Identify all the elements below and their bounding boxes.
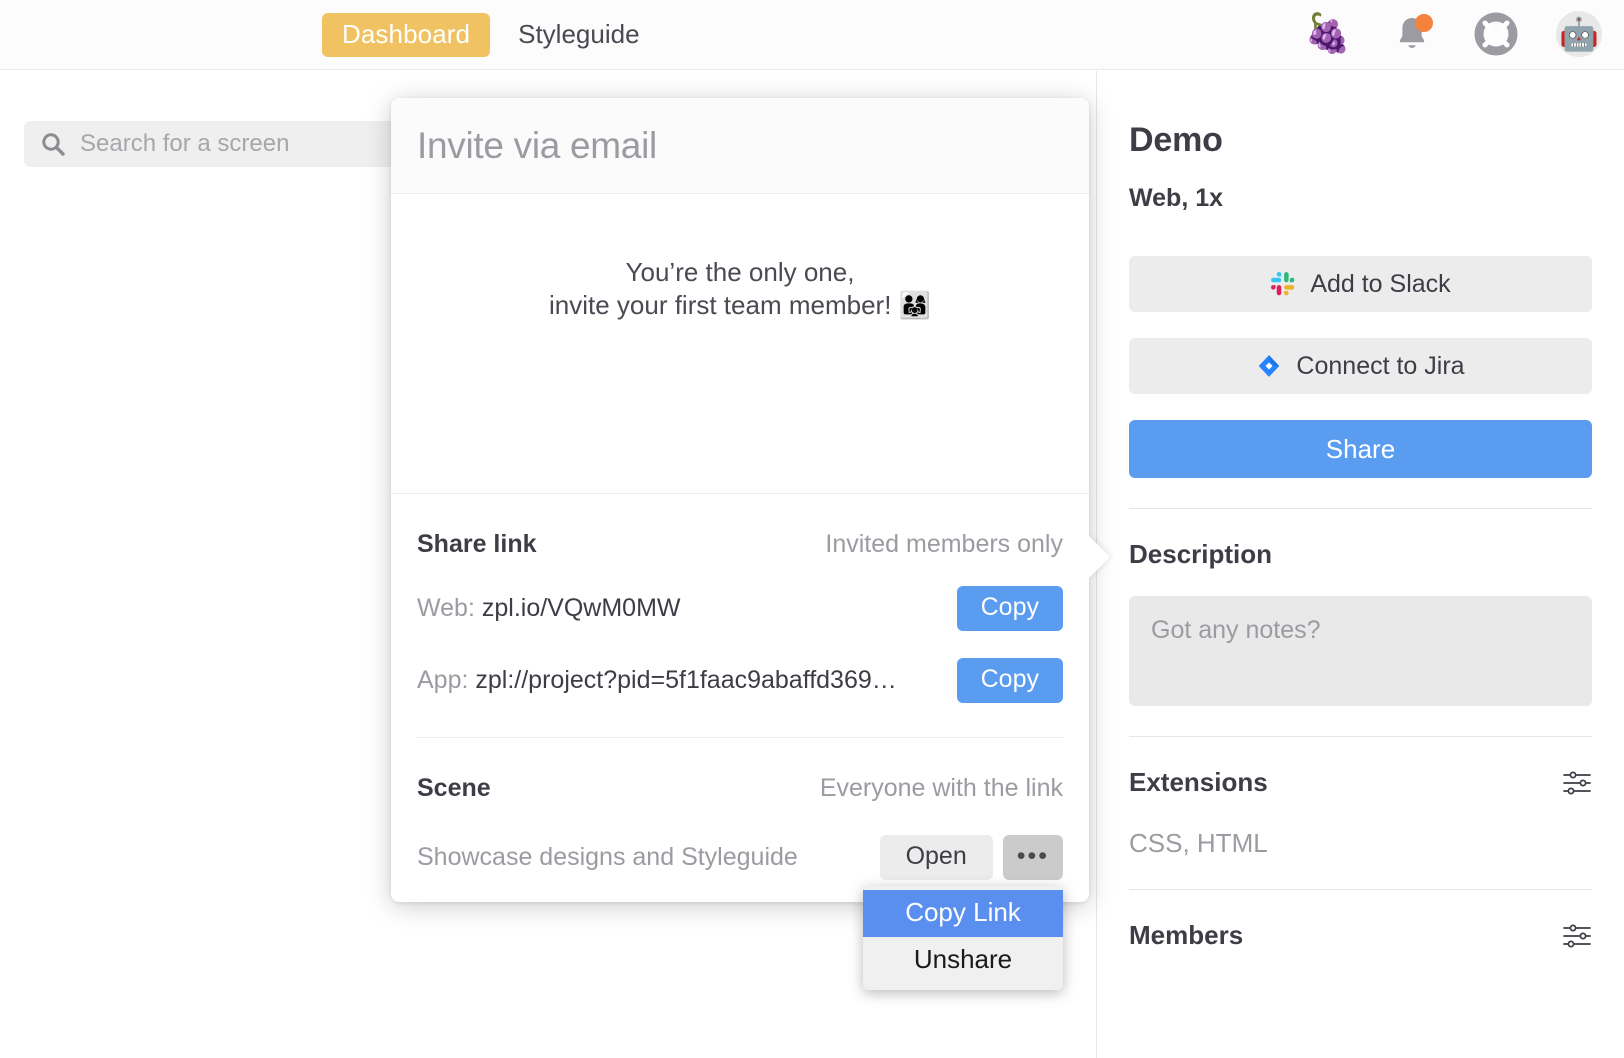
- grapes-glyph: 🍇: [1304, 13, 1352, 55]
- notifications-bell-icon[interactable]: [1388, 10, 1436, 58]
- page-title: Demo: [1129, 121, 1223, 159]
- share-link-section: Share link Invited members only Web: zpl…: [391, 494, 1089, 880]
- user-avatar[interactable]: 🤖: [1556, 11, 1602, 57]
- web-link-value[interactable]: zpl.io/VQwM0MW: [482, 594, 681, 622]
- web-link-label: Web:: [417, 594, 475, 622]
- app-link-value[interactable]: zpl://project?pid=5f1faac9abaffd369…: [475, 666, 896, 694]
- description-textarea[interactable]: Got any notes?: [1129, 596, 1592, 706]
- open-scene-button[interactable]: Open: [879, 835, 993, 880]
- members-section-header: Members: [1129, 920, 1592, 951]
- popover-arrow: [1088, 535, 1110, 579]
- topbar-actions: 🍇 🤖: [1304, 10, 1602, 58]
- empty-state-line-1: You’re the only one,: [625, 257, 855, 287]
- extensions-heading: Extensions: [1129, 767, 1268, 797]
- copy-web-link-button[interactable]: Copy: [956, 586, 1063, 631]
- share-button-label: Share: [1325, 433, 1396, 464]
- description-placeholder: Got any notes?: [1151, 616, 1321, 644]
- scene-header: Scene Everyone with the link: [417, 738, 1063, 803]
- robot-avatar-glyph: 🤖: [1559, 16, 1599, 52]
- sidebar-divider-3: [1129, 889, 1592, 890]
- notification-badge: [1415, 14, 1433, 32]
- scene-heading: Scene: [417, 774, 491, 802]
- scene-name: Showcase designs and Styleguide: [417, 843, 798, 871]
- top-navigation-bar: Dashboard Styleguide 🍇 🤖: [0, 0, 1624, 70]
- jira-icon: [1259, 355, 1280, 377]
- nav-tab-dashboard[interactable]: Dashboard: [322, 13, 491, 57]
- nav-tab-styleguide[interactable]: Styleguide: [514, 13, 643, 57]
- add-to-slack-button[interactable]: Add to Slack: [1129, 256, 1592, 312]
- sidebar-divider-2: [1129, 736, 1592, 737]
- members-settings-sliders-icon[interactable]: [1562, 923, 1592, 949]
- invite-empty-state: You’re the only one, invite your first t…: [391, 194, 1089, 494]
- scene-visibility[interactable]: Everyone with the link: [820, 774, 1063, 803]
- primary-nav: Dashboard Styleguide: [322, 13, 644, 57]
- connect-to-jira-label: Connect to Jira: [1296, 351, 1465, 380]
- add-to-slack-label: Add to Slack: [1310, 269, 1451, 298]
- empty-state-line-2: invite your first team member! 👨‍👩‍👧: [548, 289, 932, 320]
- share-link-row-app: App: zpl://project?pid=5f1faac9abaffd369…: [417, 658, 1063, 703]
- scene-actions: Open •••: [879, 835, 1063, 880]
- search-input[interactable]: Search for a screen: [24, 121, 444, 167]
- app-link-label: App:: [417, 666, 469, 694]
- grapes-icon[interactable]: 🍇: [1304, 10, 1352, 58]
- extensions-settings-sliders-icon[interactable]: [1562, 770, 1592, 796]
- extensions-value: CSS, HTML: [1129, 828, 1268, 858]
- share-link-visibility[interactable]: Invited members only: [825, 530, 1063, 559]
- slack-icon: [1271, 271, 1295, 296]
- search-icon: [42, 133, 65, 156]
- share-popover: Invite via email You’re the only one, in…: [391, 98, 1110, 902]
- connect-to-jira-button[interactable]: Connect to Jira: [1129, 338, 1592, 394]
- context-menu-item-unshare[interactable]: Unshare: [863, 937, 1063, 984]
- popover-header: Invite via email: [391, 98, 1089, 194]
- help-lifebuoy-icon[interactable]: [1472, 10, 1520, 58]
- description-heading: Description: [1129, 539, 1273, 569]
- scene-row: Showcase designs and Styleguide Open •••: [417, 835, 1063, 880]
- invite-via-email-input[interactable]: Invite via email: [417, 125, 657, 167]
- app-link-text: App: zpl://project?pid=5f1faac9abaffd369…: [417, 666, 897, 695]
- project-sidebar: Demo Web, 1x Add to Slack Connect to Jir…: [1096, 71, 1624, 1058]
- share-link-heading: Share link: [417, 530, 537, 558]
- share-link-header: Share link Invited members only: [417, 494, 1063, 559]
- web-link-text: Web: zpl.io/VQwM0MW: [417, 594, 681, 623]
- sidebar-divider-1: [1129, 508, 1592, 509]
- search-placeholder: Search for a screen: [80, 130, 290, 157]
- scene-more-options-button[interactable]: •••: [1002, 835, 1063, 880]
- members-heading: Members: [1129, 920, 1244, 950]
- description-section-header: Description: [1129, 539, 1592, 570]
- share-link-row-web: Web: zpl.io/VQwM0MW Copy: [417, 586, 1063, 631]
- scene-context-menu: Copy Link Unshare: [863, 886, 1063, 990]
- project-platform-label: Web, 1x: [1129, 184, 1224, 212]
- extensions-section-header: Extensions: [1129, 767, 1592, 798]
- context-menu-item-copy-link[interactable]: Copy Link: [863, 890, 1063, 937]
- copy-app-link-button[interactable]: Copy: [956, 658, 1063, 703]
- share-button[interactable]: Share: [1129, 420, 1592, 478]
